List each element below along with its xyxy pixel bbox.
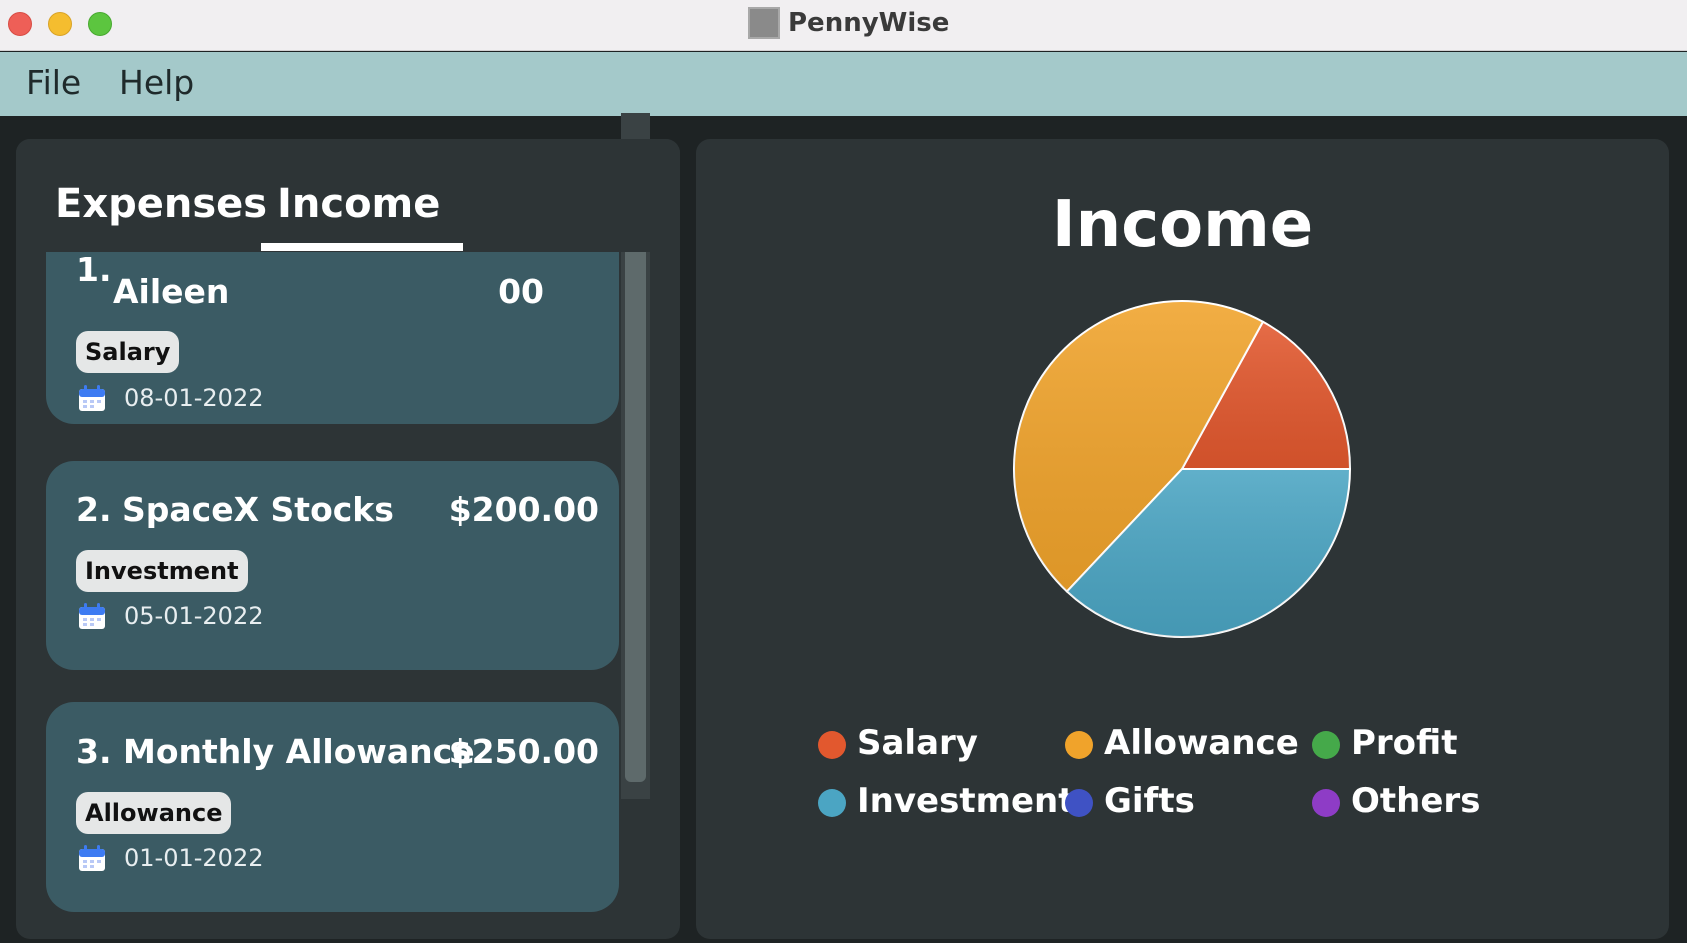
chart-panel: Income Salary Allowance Profit Investmen…: [696, 139, 1669, 939]
entry-index: 3.: [76, 732, 112, 771]
legend-swatch: [1065, 731, 1093, 759]
legend-swatch: [818, 789, 846, 817]
entry-index: 2.: [76, 490, 112, 529]
entry-amount: $200.00: [448, 490, 599, 529]
chart-title: Income: [1051, 188, 1314, 262]
scrollbar-thumb[interactable]: [625, 179, 646, 782]
entry-title: SpaceX Stocks: [122, 490, 394, 529]
calendar-icon: [79, 385, 105, 411]
legend-label: Profit: [1351, 723, 1458, 763]
window-title: PennyWise: [788, 8, 950, 38]
category-tag: Investment: [76, 550, 248, 592]
minimize-window-button[interactable]: [48, 12, 72, 36]
entry-amount: 00: [498, 272, 544, 311]
title-bar: PennyWise: [0, 0, 1687, 51]
legend-label: Allowance: [1104, 723, 1299, 763]
income-pie-chart: [1013, 300, 1352, 638]
list-item[interactable]: 2. SpaceX Stocks $200.00 Investment 05-0…: [46, 461, 619, 670]
calendar-icon: [79, 603, 105, 629]
tab-income[interactable]: Income: [277, 179, 440, 229]
app-icon: [748, 7, 780, 39]
entry-date: 08-01-2022: [124, 384, 264, 412]
entry-title: Monthly Allowance: [123, 732, 475, 771]
income-list[interactable]: 1. Aileen 00 Salary 08-01-2022 2. SpaceX…: [16, 252, 680, 939]
legend-label: Investment: [857, 781, 1075, 821]
list-item[interactable]: 3. Monthly Allowance $250.00 Allowance 0…: [46, 702, 619, 912]
entry-date: 01-01-2022: [124, 844, 264, 872]
legend-swatch: [1312, 731, 1340, 759]
legend-swatch: [818, 731, 846, 759]
tab-selected-indicator: [261, 243, 463, 251]
zoom-window-button[interactable]: [88, 12, 112, 36]
entry-index: 1.: [76, 252, 112, 289]
entry-date: 05-01-2022: [124, 602, 264, 630]
category-tag: Allowance: [76, 792, 232, 834]
entry-title: Aileen: [113, 272, 230, 311]
transaction-list-panel: Expenses Income 1. Aileen 00 Salary 08-0…: [16, 139, 680, 939]
legend-label: Salary: [857, 723, 978, 763]
tab-bar: Expenses Income: [16, 139, 680, 252]
legend-label: Gifts: [1104, 781, 1195, 821]
menu-file[interactable]: File: [26, 62, 81, 104]
legend-label: Others: [1351, 781, 1481, 821]
calendar-icon: [79, 845, 105, 871]
menu-help[interactable]: Help: [119, 62, 194, 104]
legend-swatch: [1312, 789, 1340, 817]
close-window-button[interactable]: [8, 12, 32, 36]
legend-swatch: [1065, 789, 1093, 817]
list-item[interactable]: 1. Aileen 00 Salary 08-01-2022: [46, 252, 619, 424]
entry-amount: $250.00: [448, 732, 599, 771]
menu-bar: File Help: [0, 52, 1687, 116]
category-tag: Salary: [76, 331, 180, 373]
tab-expenses[interactable]: Expenses: [55, 179, 267, 229]
